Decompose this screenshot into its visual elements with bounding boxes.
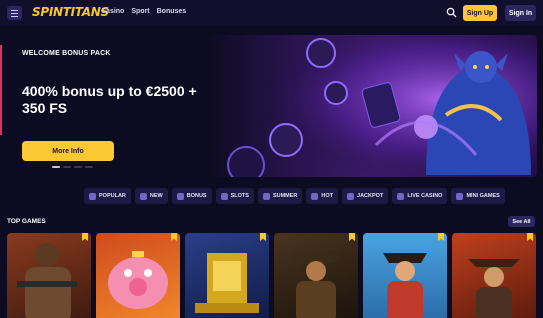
- carousel-dots: [52, 166, 93, 168]
- nav-sport[interactable]: Sport: [131, 8, 149, 15]
- logo[interactable]: SPINTITANS: [32, 5, 109, 19]
- nav-casino[interactable]: Casino: [101, 8, 124, 15]
- fire-icon: [311, 192, 319, 200]
- carousel-dot[interactable]: [74, 166, 82, 168]
- new-icon: [139, 192, 147, 200]
- top-header: SPINTITANS Casino Sport Bonuses Sign Up …: [0, 0, 543, 26]
- summer-icon: [262, 192, 270, 200]
- chip-label: JACKPOT: [357, 193, 384, 199]
- menu-button[interactable]: [7, 6, 22, 20]
- sign-up-button[interactable]: Sign Up: [463, 5, 497, 21]
- sign-in-button[interactable]: Sign In: [505, 5, 536, 21]
- category-live-casino[interactable]: LIVE CASINO: [392, 188, 448, 204]
- main-nav: Casino Sport Bonuses: [101, 8, 186, 15]
- hero-title: 400% bonus up to €2500 + 350 FS: [22, 83, 197, 116]
- category-slots[interactable]: SLOTS: [215, 188, 254, 204]
- game-thumbnail: [468, 259, 520, 318]
- carousel-dot[interactable]: [63, 166, 71, 168]
- category-mini-games[interactable]: MINI GAMES: [451, 188, 505, 204]
- game-thumbnail: [17, 243, 77, 318]
- game-thumbnail: [292, 255, 340, 318]
- game-card[interactable]: [7, 233, 91, 318]
- chip-label: POPULAR: [99, 193, 126, 199]
- category-bonus[interactable]: BONUS: [171, 188, 212, 204]
- chip-label: SLOTS: [230, 193, 249, 199]
- chip-label: HOT: [321, 193, 334, 199]
- search-icon[interactable]: [446, 7, 457, 18]
- hamburger-icon: [11, 9, 18, 11]
- game-thumbnail: [108, 251, 168, 309]
- carousel-dot[interactable]: [52, 166, 60, 168]
- live-casino-icon: [397, 192, 405, 200]
- game-card[interactable]: [185, 233, 269, 318]
- hero-artwork: [226, 35, 537, 177]
- game-card[interactable]: [274, 233, 358, 318]
- hamburger-icon-line: [11, 12, 18, 14]
- hero-eyebrow: WELCOME BONUS PACK: [22, 50, 111, 57]
- category-new[interactable]: NEW: [134, 188, 168, 204]
- carousel-dot[interactable]: [85, 166, 93, 168]
- category-popular[interactable]: POPULAR: [84, 188, 131, 204]
- game-thumbnail: [195, 253, 259, 313]
- game-card[interactable]: [452, 233, 536, 318]
- game-thumbnail: [383, 253, 427, 318]
- top-games-row: [7, 233, 536, 318]
- jackpot-icon: [347, 192, 355, 200]
- category-hot[interactable]: HOT: [306, 188, 339, 204]
- game-card[interactable]: [96, 233, 180, 318]
- chip-label: MINI GAMES: [466, 193, 500, 199]
- see-all-button[interactable]: See All: [508, 216, 535, 227]
- category-jackpot[interactable]: JACKPOT: [342, 188, 389, 204]
- left-edge-accent: [0, 45, 2, 135]
- nav-bonuses[interactable]: Bonuses: [157, 8, 187, 15]
- category-chips: POPULAR NEW BONUS SLOTS SUMMER HOT JACKP…: [84, 188, 505, 204]
- category-summer[interactable]: SUMMER: [257, 188, 303, 204]
- game-card[interactable]: [363, 233, 447, 318]
- chip-label: BONUS: [186, 193, 207, 199]
- slots-icon: [220, 192, 228, 200]
- chip-label: LIVE CASINO: [407, 193, 443, 199]
- mini-games-icon: [456, 192, 464, 200]
- hero-banner[interactable]: WELCOME BONUS PACK 400% bonus up to €250…: [6, 35, 537, 177]
- chip-label: NEW: [149, 193, 163, 199]
- top-games-title: TOP GAMES: [7, 218, 46, 225]
- more-info-button[interactable]: More Info: [22, 141, 114, 161]
- chip-label: SUMMER: [272, 193, 298, 199]
- bonus-icon: [176, 192, 184, 200]
- star-icon: [89, 192, 96, 200]
- hamburger-icon-line: [11, 15, 18, 17]
